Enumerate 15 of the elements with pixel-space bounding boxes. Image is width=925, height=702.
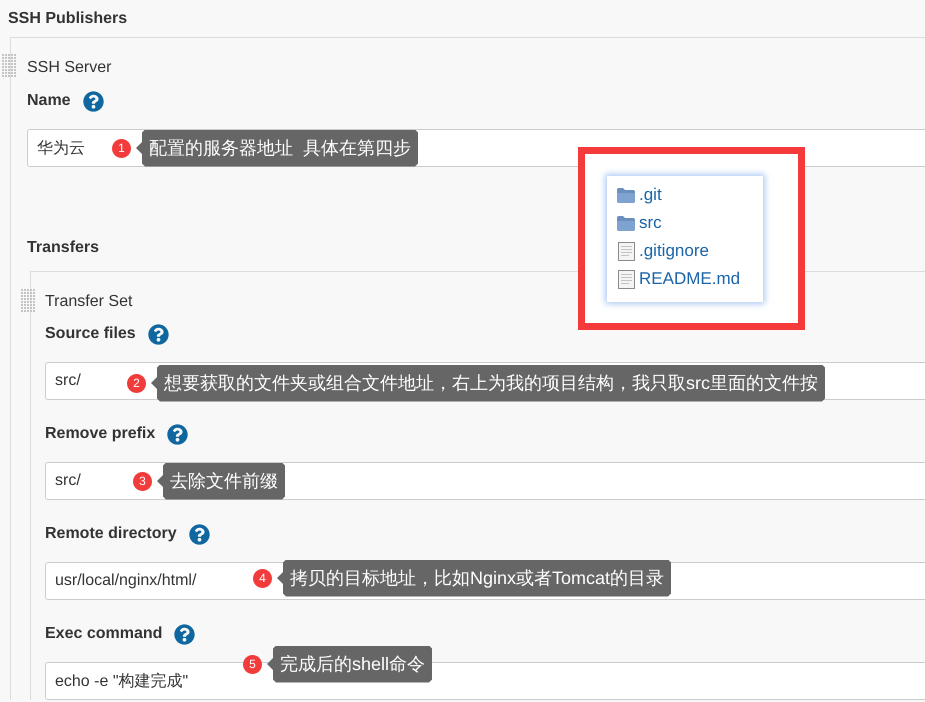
annotation-tooltip: 拷贝的目标地址，比如Nginx或者Tomcat的目录: [277, 560, 672, 596]
panel-title: SSH Server: [27, 58, 112, 78]
section-label: Transfers: [27, 238, 100, 258]
annotation-tooltip: 想要获取的文件夹或组合文件地址，右上为我的项目结构，我只取src里面的文件按: [151, 364, 825, 402]
field-label: Source files: [45, 324, 136, 344]
annotation-tooltip: 去除文件前缀: [157, 462, 285, 500]
panel-title: Transfer Set: [45, 292, 132, 312]
field-label: Remove prefix: [45, 424, 156, 444]
field-label: Name: [27, 91, 71, 111]
section-title: SSH Publishers: [8, 8, 128, 28]
step-badge: 5: [243, 654, 262, 674]
field-label: Exec command: [45, 624, 162, 644]
annotation-tooltip: 完成后的shell命令: [267, 646, 432, 682]
annotation-tooltip: 配置的服务器地址 具体在第四步: [136, 130, 418, 166]
field-label: Remote directory: [45, 524, 177, 544]
